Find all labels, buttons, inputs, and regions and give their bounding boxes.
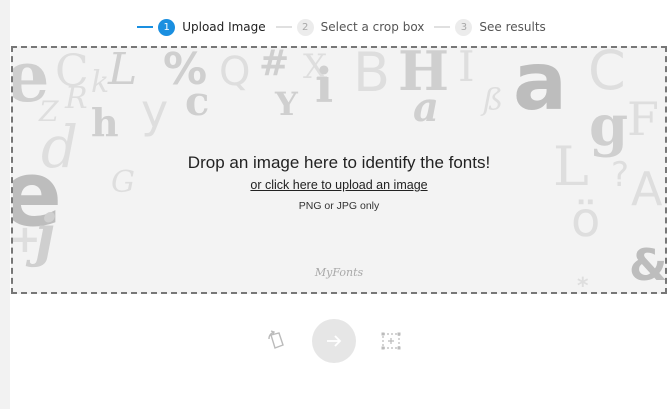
decor-glyph: F — [627, 92, 659, 146]
step-indicator: 1 Upload Image 2 Select a crop box 3 See… — [10, 14, 668, 40]
step-upload-image: 1 Upload Image — [132, 18, 266, 36]
arrow-right-icon — [327, 335, 342, 347]
step-label: See results — [479, 20, 546, 34]
decor-glyph: I — [458, 46, 475, 91]
decor-glyph: ß — [483, 83, 504, 118]
file-type-note: PNG or JPG only — [298, 200, 380, 212]
step-select-crop-box: 2 Select a crop box — [266, 18, 425, 36]
next-step-button[interactable] — [312, 319, 356, 363]
step-label: Select a crop box — [320, 20, 425, 34]
decor-glyph: g — [589, 93, 629, 159]
drop-title: Drop an image here to identify the fonts… — [187, 153, 491, 172]
decor-glyph: h — [91, 100, 119, 145]
decor-glyph: a — [513, 46, 567, 128]
decor-glyph: R — [65, 81, 88, 116]
step-connector — [275, 26, 292, 28]
decor-glyph: i — [315, 58, 334, 114]
decor-glyph: Y — [275, 85, 298, 123]
decor-glyph: Q — [219, 49, 251, 95]
decor-glyph: a — [413, 84, 439, 131]
decor-glyph: k — [91, 65, 110, 100]
crop-box-icon[interactable] — [378, 328, 404, 354]
upload-image-link[interactable]: or click here to upload an image — [250, 178, 427, 192]
step-see-results: 3 See results — [424, 18, 546, 36]
decor-glyph: y — [141, 84, 169, 138]
drop-instructions: Drop an image here to identify the fonts… — [13, 153, 665, 212]
decor-glyph: c — [185, 78, 210, 125]
decor-glyph: + — [11, 217, 41, 261]
step-number-badge: 2 — [296, 18, 314, 36]
decor-glyph: L — [108, 46, 138, 95]
step-label: Upload Image — [182, 20, 266, 34]
step-number-badge: 3 — [455, 18, 473, 36]
step-connector — [137, 26, 154, 28]
step-connector — [434, 26, 451, 28]
rotate-icon[interactable] — [264, 328, 290, 354]
decor-glyph: B — [353, 46, 391, 104]
decor-glyph: # — [259, 46, 290, 84]
image-toolbar — [0, 318, 668, 364]
step-number-badge: 1 — [158, 18, 176, 36]
image-drop-zone[interactable]: e C k L % Q # X i B H I a C Z R h y c Y … — [11, 46, 667, 294]
decor-glyph: C — [588, 46, 626, 102]
myfonts-logo: MyFonts — [314, 266, 364, 279]
